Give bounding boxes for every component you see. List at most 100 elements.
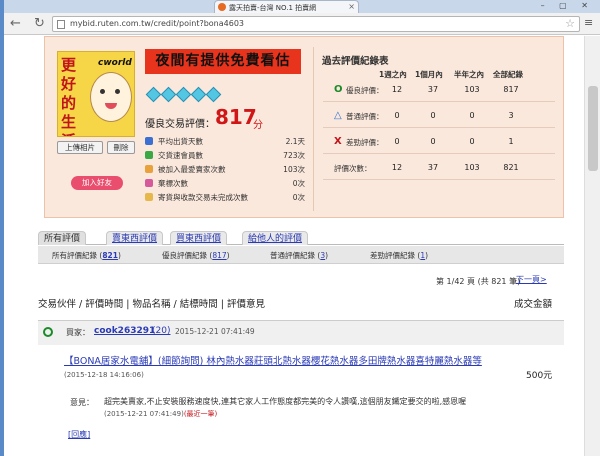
subtab-close-paren: ) <box>425 251 429 260</box>
history-row-divider <box>323 101 555 102</box>
history-cell: 37 <box>427 85 439 94</box>
history-row-divider <box>323 127 555 128</box>
subtab-3[interactable]: 差勁評價紀錄 (1) <box>370 250 428 261</box>
product-title[interactable]: 【BONA居家水電舖】(細節詢問) 林內熱水器莊頭北熱水器櫻花熱水器多田牌熱水器… <box>64 356 482 367</box>
comment-label: 意見： <box>70 398 94 407</box>
subtab-count-link[interactable]: 817 <box>212 251 226 260</box>
comment-text: 超完美賣家,不止安裝服務速度快,連其它家人工作態度都完美的令人讚嘆,這個朋友鐵定… <box>104 397 467 406</box>
browser-toolbar: ← ↻ mybid.ruten.com.tw/credit/point?bona… <box>4 13 600 35</box>
scrollbar[interactable] <box>584 36 600 456</box>
rating-record: 買家： cook263291 (20) 2015-12-21 07:41:49 … <box>38 320 564 456</box>
history-cell: 0 <box>394 137 400 146</box>
stat-value: 0次 <box>292 193 305 202</box>
stat-icon <box>145 179 153 187</box>
history-row-divider <box>323 153 555 154</box>
product-end-date: (2015-12-18 14:16:06) <box>64 371 144 379</box>
list-amount-header: 成交金額 <box>514 299 553 310</box>
upload-photo-button[interactable]: 上傳相片 <box>57 141 103 154</box>
history-cell: 821 <box>503 163 519 172</box>
subtab-1[interactable]: 優良評價紀錄 (817) <box>162 250 230 261</box>
scrollbar-thumb[interactable] <box>588 86 598 171</box>
logo-vertical-text: 更好的生活 <box>61 56 77 136</box>
promo-banner: 夜間有提供免費看估 <box>145 49 301 74</box>
url-text[interactable]: mybid.ruten.com.tw/credit/point?bona4603 <box>70 19 244 28</box>
browser-tab[interactable]: 露天拍賣-台灣 NO.1 拍賣網 × <box>214 0 359 13</box>
history-cell: 103 <box>464 163 480 172</box>
next-page-link[interactable]: 下一頁> <box>516 274 547 285</box>
menu-icon[interactable]: ≡ <box>584 16 594 30</box>
diamond-icon <box>190 86 207 103</box>
stat-row: 棄標次數 0次 <box>145 177 305 190</box>
stat-row: 寄貨與收款交易未完成次數 0次 <box>145 191 305 204</box>
mascot-icon <box>90 72 132 122</box>
close-tab-icon[interactable]: × <box>348 2 355 11</box>
stat-row: 平均出貨天數 2.1天 <box>145 135 305 148</box>
diamond-icon <box>175 86 192 103</box>
list-column-header: 交易伙伴 / 評價時間 | 物品名稱 / 結標時間 | 評價意見 <box>38 299 265 310</box>
window-controls[interactable]: – ▢ ✕ <box>541 1 594 10</box>
tab-1[interactable]: 賣東西評價 <box>106 231 164 245</box>
subtab-label: 普通評價紀錄 ( <box>270 251 321 260</box>
history-cell: 103 <box>464 85 480 94</box>
record-header: 買家： cook263291 (20) 2015-12-21 07:41:49 <box>38 321 564 345</box>
history-cell: 0 <box>430 137 436 146</box>
seller-logo: 更好的生活 cworld <box>57 51 135 137</box>
stat-value: 2.1天 <box>285 137 305 146</box>
tab-0[interactable]: 所有評價 <box>38 231 87 245</box>
subtab-label: 差勁評價紀錄 ( <box>370 251 421 260</box>
subtab-count-link[interactable]: 821 <box>102 251 118 260</box>
delete-photo-button[interactable]: 刪除 <box>107 141 135 154</box>
rating-subtabs: 所有評價紀錄 (821) 優良評價紀錄 (817) 普通評價紀錄 (3) 差勁評價紀錄… <box>38 246 564 264</box>
history-cell: 0 <box>394 111 400 120</box>
stat-label: 棄標次數 <box>158 179 188 188</box>
history-cell: 3 <box>508 111 514 120</box>
diamond-rating <box>145 86 223 103</box>
history-row-label: 評價次數： <box>334 164 372 173</box>
history-title: 過去評價紀錄表 <box>322 56 389 67</box>
stat-label: 寄貨與收款交易未完成次數 <box>158 193 248 202</box>
favicon-icon <box>218 3 226 11</box>
add-friend-button[interactable]: 加入好友 <box>71 176 123 190</box>
page-content: 更好的生活 cworld 上傳相片 刪除 加入好友 夜間有提供免費看估 優良交易… <box>4 36 584 456</box>
subtab-2[interactable]: 普通評價紀錄 (3) <box>270 250 328 261</box>
address-bar[interactable]: mybid.ruten.com.tw/credit/point?bona4603… <box>52 16 580 32</box>
history-cell: 0 <box>469 111 475 120</box>
history-column-header: 半年之內 <box>454 70 484 79</box>
stat-row: 被加入最愛賣家次數 103次 <box>145 163 305 176</box>
neutral-icon: △ <box>334 110 342 121</box>
subtab-close-paren: ) <box>226 251 230 260</box>
diamond-icon <box>160 86 177 103</box>
bookmark-star-icon[interactable]: ☆ <box>565 17 575 30</box>
history-cell: 0 <box>469 137 475 146</box>
history-column-header: 全部紀錄 <box>493 70 523 79</box>
product-link[interactable]: 【BONA居家水電舖】(細節詢問) 林內熱水器莊頭北熱水器櫻花熱水器多田牌熱水器… <box>64 355 484 382</box>
history-column-header: 1個月內 <box>415 70 443 79</box>
buyer-username-link[interactable]: cook263291 <box>94 326 155 336</box>
history-cell: 12 <box>391 163 403 172</box>
rating-tabs: 所有評價 賣東西評價 買東西評價 給他人的評價 <box>38 231 564 245</box>
history-cell: 0 <box>430 111 436 120</box>
subtab-label: 優良評價紀錄 ( <box>162 251 213 260</box>
stat-value: 103次 <box>283 165 305 174</box>
browser-tab-strip: 露天拍賣-台灣 NO.1 拍賣網 × – ▢ ✕ <box>4 0 600 13</box>
back-arrow-icon[interactable]: ← <box>10 16 21 32</box>
reply-link[interactable]: [回應] <box>68 429 90 440</box>
subtab-0[interactable]: 所有評價紀錄 (821) <box>52 250 121 261</box>
buyer-label: 買家： <box>66 328 90 337</box>
stat-icon <box>145 165 153 173</box>
page-icon <box>57 20 65 29</box>
subtab-label: 所有評價紀錄 ( <box>52 251 103 260</box>
tab-2[interactable]: 買東西評價 <box>170 231 228 245</box>
panel-divider <box>313 47 314 211</box>
subtab-close-paren: ) <box>117 251 121 260</box>
good-icon: O <box>334 84 343 95</box>
score-unit: 分 <box>253 120 263 131</box>
reload-icon[interactable]: ↻ <box>34 16 45 32</box>
stat-label: 被加入最愛賣家次數 <box>158 165 226 174</box>
subtab-close-paren: ) <box>325 251 329 260</box>
history-column-header: 1週之內 <box>379 70 407 79</box>
tab-3[interactable]: 給他人的評價 <box>242 231 309 245</box>
buyer-count-link[interactable]: (20) <box>152 326 170 336</box>
stat-label: 交貨速會員數 <box>158 151 203 160</box>
history-cell: 12 <box>391 85 403 94</box>
